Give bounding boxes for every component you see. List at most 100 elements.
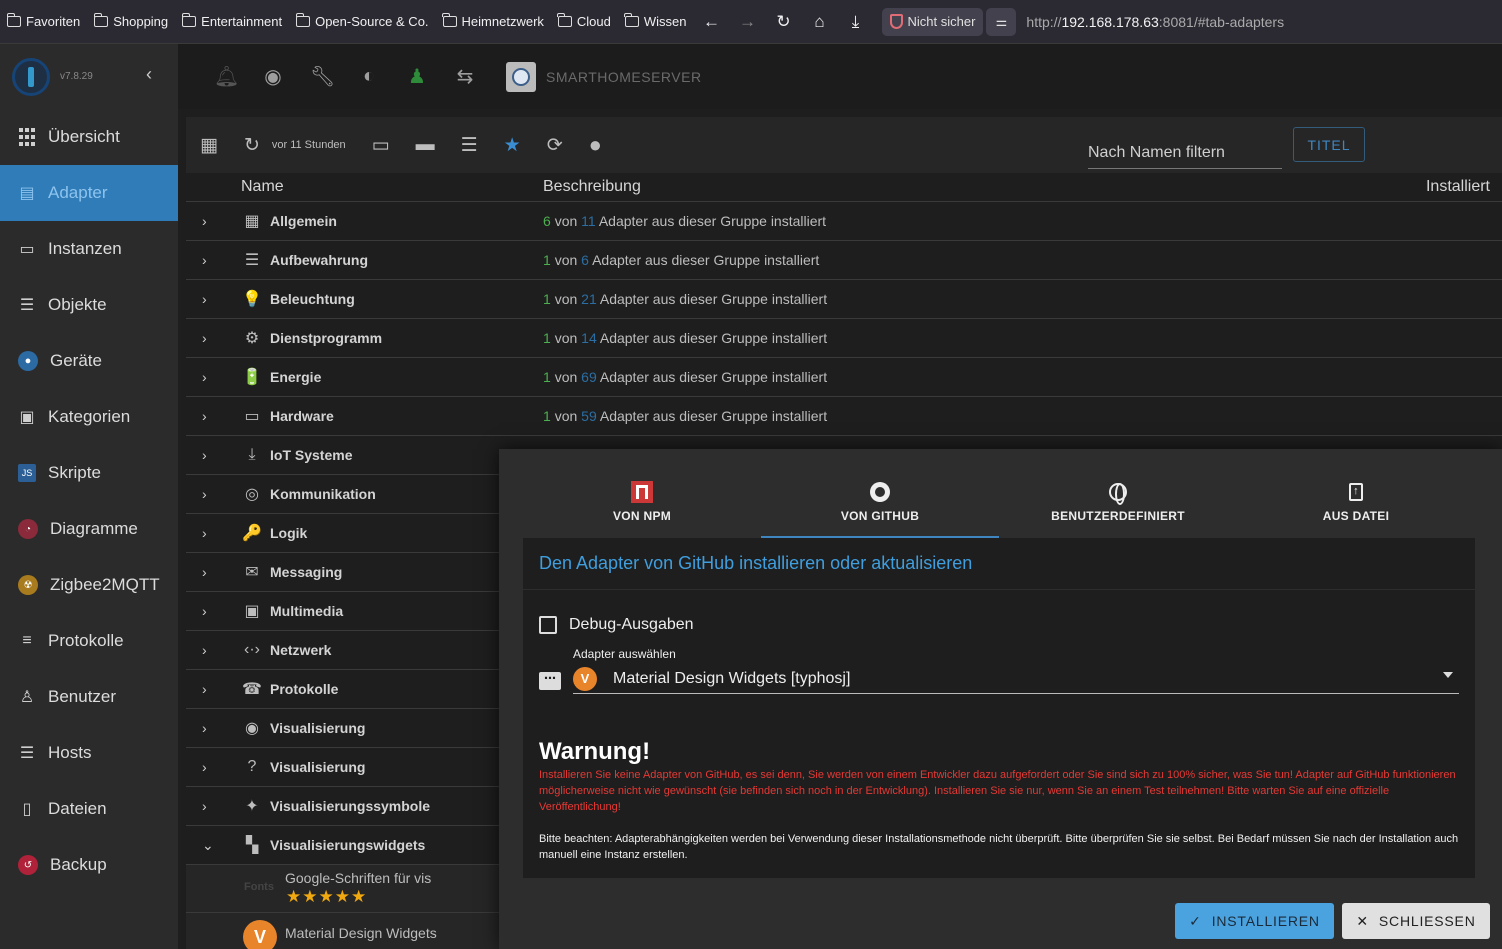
bookmark-favoriten[interactable]: Favoriten [0, 0, 87, 44]
sidebar-item-protokolle[interactable]: ≡ Protokolle [0, 613, 178, 669]
site-permissions-icon[interactable]: ⚌ [986, 7, 1017, 36]
forward-icon[interactable]: → [730, 0, 766, 44]
sidebar-item-zigbee2mqtt[interactable]: ☢ Zigbee2MQTT [0, 557, 178, 613]
group-name: Protokolle [270, 681, 339, 697]
hosts-icon: ☰ [19, 745, 35, 762]
sync-off-icon[interactable]: ⇆ [454, 64, 476, 89]
sidebar-item-label: Benutzer [48, 687, 117, 706]
file-icon: ▯ [22, 801, 32, 818]
sidebar-item-skripte[interactable]: JS Skripte [0, 445, 178, 501]
bookmark-entertainment[interactable]: Entertainment [175, 0, 289, 44]
update-icon[interactable]: ⟳ [547, 134, 563, 157]
refresh-icon[interactable]: ↻ [244, 134, 260, 157]
debug-checkbox[interactable]: Debug-Ausgaben [539, 616, 694, 634]
devices-icon: ● [18, 351, 38, 371]
group-row[interactable]: › ▦ Allgemein 6 von 11 Adapter aus dieser G… [186, 201, 1502, 240]
chevron-right-icon[interactable]: › [202, 486, 207, 502]
sidebar-item-diagramme[interactable]: ◔ Diagramme [0, 501, 178, 557]
download-icon[interactable]: ⤓ [838, 0, 874, 44]
chevron-right-icon[interactable]: › [202, 291, 207, 307]
adapter-select[interactable]: V Material Design Widgets [typhosj] [573, 664, 1459, 694]
chevron-right-icon[interactable]: › [202, 642, 207, 658]
folder-icon[interactable]: ▬ [416, 134, 435, 156]
chevron-right-icon[interactable]: › [202, 720, 207, 736]
folder-icon [6, 13, 21, 27]
install-button[interactable]: ✓ INSTALLIEREN [1175, 903, 1334, 939]
bookmark-open-source[interactable]: Open-Source & Co. [289, 0, 435, 44]
sidebar-item-geraete[interactable]: ● Geräte [0, 333, 178, 389]
github-icon[interactable]: ● [589, 132, 602, 158]
dropdown-arrow-icon[interactable] [1443, 672, 1453, 678]
group-row[interactable]: › 🔋 Energie 1 von 69 Adapter aus dieser Gru… [186, 357, 1502, 396]
chevron-right-icon[interactable]: › [202, 369, 207, 385]
tiles-view-icon[interactable]: ▦ [200, 134, 218, 157]
group-icon: ☰ [244, 252, 260, 269]
reload-icon[interactable]: ↻ [766, 0, 802, 44]
sidebar-item-instanzen[interactable]: ▭ Instanzen [0, 221, 178, 277]
security-indicator[interactable]: Nicht sicher [881, 7, 984, 36]
sidebar-item-label: Skripte [48, 463, 101, 482]
title-button[interactable]: TITEL [1293, 127, 1365, 162]
tab-github[interactable]: VON GITHUB [761, 466, 999, 538]
globe-icon [1109, 483, 1127, 505]
url-host: 192.168.178.63 [1061, 13, 1159, 30]
chevron-right-icon[interactable]: › [202, 252, 207, 268]
sidebar-item-adapter[interactable]: ▤ Adapter [0, 165, 178, 221]
sidebar-item-backup[interactable]: ↺ Backup [0, 837, 178, 893]
installed-count: 1 [543, 369, 551, 385]
chevron-right-icon[interactable]: › [202, 408, 207, 424]
star-icon[interactable]: ★ [504, 134, 521, 157]
bookmark-heimnetzwerk[interactable]: Heimnetzwerk [436, 0, 551, 44]
chevron-right-icon[interactable]: › [202, 798, 207, 814]
expert-mode-icon[interactable]: ♟ [406, 64, 428, 89]
chevron-right-icon[interactable]: › [202, 213, 207, 229]
col-description: Beschreibung [543, 178, 641, 195]
server-name: SMARTHOMESERVER [546, 68, 702, 85]
sidebar-item-uebersicht[interactable]: Übersicht [0, 109, 178, 165]
checkbox-icon[interactable] [539, 616, 557, 634]
version-label: v7.8.29 [60, 71, 93, 82]
sidebar-item-dateien[interactable]: ▯ Dateien [0, 781, 178, 837]
group-name: Visualisierung [270, 720, 366, 736]
tab-npm[interactable]: VON NPM [523, 466, 761, 538]
bookmark-wissen[interactable]: Wissen [618, 0, 694, 44]
wrench-icon[interactable]: 🔧︎ [310, 64, 335, 89]
bookmark-label: Heimnetzwerk [461, 14, 544, 29]
bell-icon[interactable]: 🔔︎ [214, 64, 239, 89]
group-row[interactable]: › ▭ Hardware 1 von 59 Adapter aus dieser Gr… [186, 396, 1502, 435]
chevron-down-icon[interactable]: ⌄ [202, 837, 214, 854]
sidebar-item-objekte[interactable]: ☰ Objekte [0, 277, 178, 333]
group-name: Hardware [270, 408, 334, 424]
eye-icon[interactable]: ◉ [262, 64, 284, 89]
sidebar-item-label: Dateien [48, 799, 107, 818]
name-filter-input[interactable]: Nach Namen filtern [1088, 139, 1282, 169]
group-description: 1 von 14 Adapter aus dieser Gruppe insta… [543, 330, 827, 346]
chevron-right-icon[interactable]: › [202, 681, 207, 697]
sidebar-item-benutzer[interactable]: ♙ Benutzer [0, 669, 178, 725]
close-button[interactable]: ✕ SCHLIESSEN [1342, 903, 1490, 939]
home-icon[interactable]: ⌂ [802, 0, 838, 44]
back-icon[interactable]: ← [694, 0, 730, 44]
tab-custom[interactable]: BENUTZERDEFINIERT [999, 466, 1237, 538]
group-row[interactable]: › 💡 Beleuchtung 1 von 21 Adapter aus dieser… [186, 279, 1502, 318]
list-view-icon[interactable]: ☰ [461, 134, 478, 157]
collapse-icon[interactable]: ‹ [146, 64, 152, 85]
chevron-right-icon[interactable]: › [202, 564, 207, 580]
group-row[interactable]: › ⚙ Dienstprogramm 1 von 14 Adapter aus die… [186, 318, 1502, 357]
shield-icon [889, 14, 903, 29]
sidebar-item-hosts[interactable]: ☰ Hosts [0, 725, 178, 781]
tab-file[interactable]: ↑ AUS DATEI [1237, 466, 1475, 538]
chevron-right-icon[interactable]: › [202, 759, 207, 775]
sidebar-item-kategorien[interactable]: ▣ Kategorien [0, 389, 178, 445]
chevron-right-icon[interactable]: › [202, 525, 207, 541]
address-bar[interactable]: http://192.168.178.63:8081/#tab-adapters [1026, 14, 1284, 30]
close-icon: ✕ [1356, 912, 1369, 929]
chevron-right-icon[interactable]: › [202, 603, 207, 619]
chevron-right-icon[interactable]: › [202, 330, 207, 346]
bookmark-cloud[interactable]: Cloud [551, 0, 618, 44]
theme-icon[interactable]: ◐ [358, 65, 380, 88]
group-row[interactable]: › ☰ Aufbewahrung 1 von 6 Adapter aus dieser… [186, 240, 1502, 279]
folder-closed-icon[interactable]: ▭ [372, 134, 390, 157]
bookmark-shopping[interactable]: Shopping [87, 0, 175, 44]
chevron-right-icon[interactable]: › [202, 447, 207, 463]
